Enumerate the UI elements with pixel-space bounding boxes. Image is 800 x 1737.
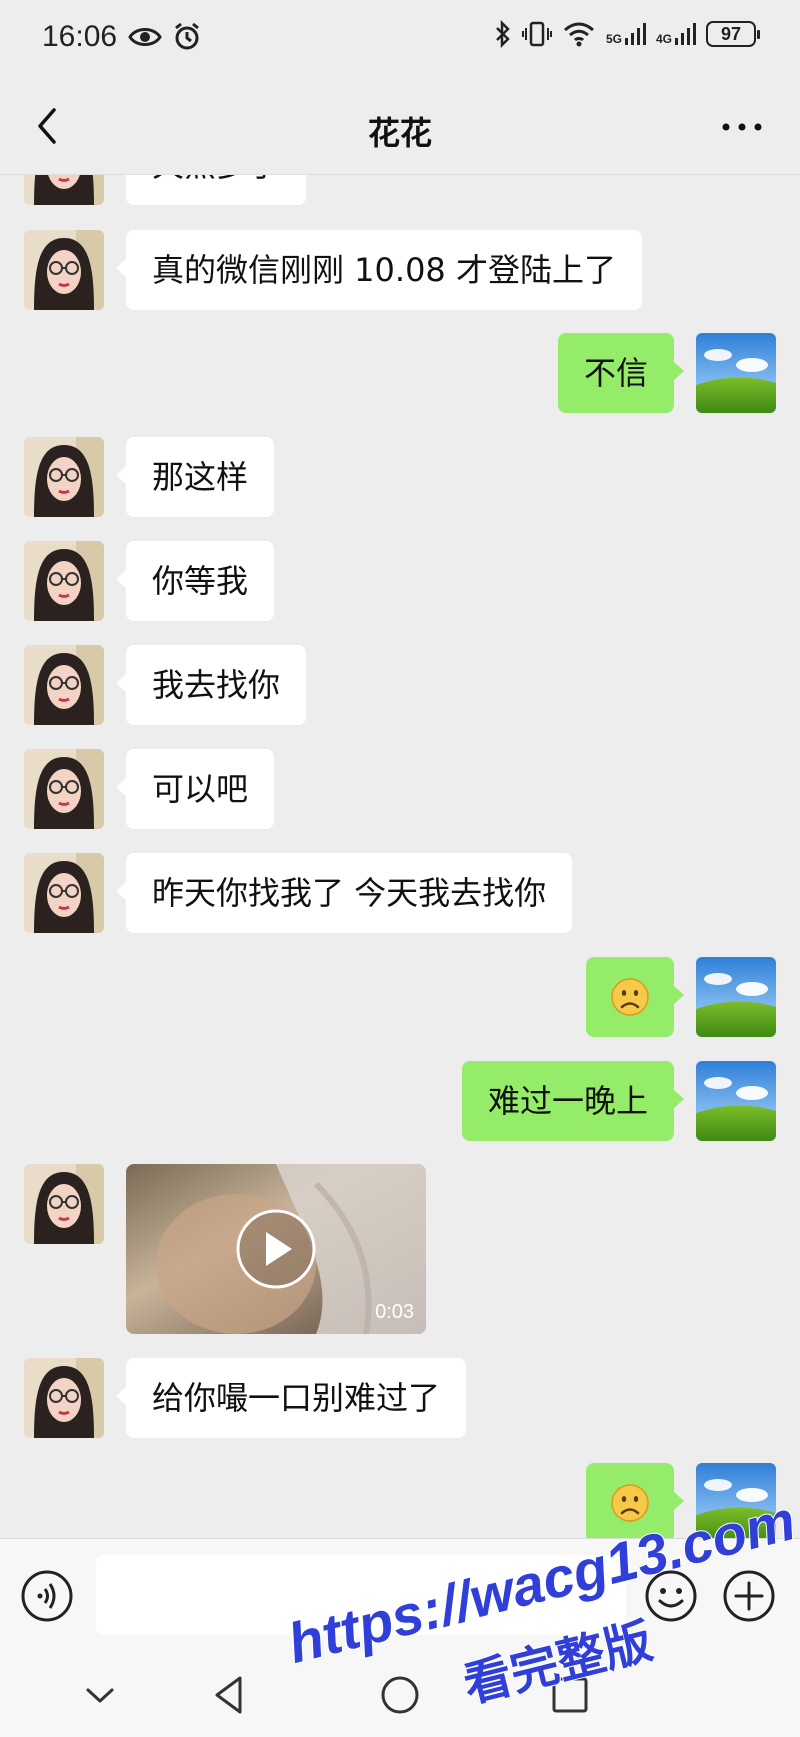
contact-avatar[interactable] (24, 749, 104, 829)
vibrate-icon (521, 21, 552, 47)
contact-avatar[interactable] (24, 437, 104, 517)
signal-icon (675, 23, 696, 45)
incoming-message-bubble[interactable]: 可以吧 (115, 749, 275, 829)
contact-avatar-image (24, 749, 104, 829)
status-right: 5G 4G 97 (494, 20, 760, 48)
nav-home-button[interactable] (375, 1670, 425, 1720)
contact-avatar-image (24, 853, 104, 933)
voice-icon (21, 1570, 73, 1622)
contact-avatar[interactable] (24, 853, 104, 933)
video-duration: 0:03 (375, 1301, 414, 1323)
nav-back-button[interactable] (205, 1670, 255, 1720)
incoming-message-bubble[interactable]: 天黑多了 (126, 175, 307, 205)
incoming-message-bubble[interactable]: 真的微信刚刚 10.08 才登陆上了 (116, 230, 642, 310)
sad-face-icon (611, 1484, 649, 1522)
contact-avatar[interactable] (24, 645, 104, 725)
message-input[interactable] (96, 1555, 626, 1635)
outgoing-emoji-bubble[interactable] (586, 1463, 684, 1538)
contact-avatar-image (24, 230, 104, 310)
incoming-message-bubble[interactable]: 昨天你找我了 今天我去找你 (115, 853, 573, 933)
user-avatar-image (696, 333, 776, 413)
chevron-down-icon (86, 1688, 114, 1703)
user-avatar[interactable] (696, 1463, 776, 1538)
eye-icon (128, 28, 162, 46)
more-options-button[interactable] (720, 112, 764, 142)
nav-collapse-button[interactable] (75, 1670, 125, 1720)
chat-title: 花花 (367, 114, 432, 152)
battery-level: 97 (720, 23, 742, 44)
outgoing-message-bubble[interactable]: 不信 (557, 333, 685, 413)
nav-recents-button[interactable] (545, 1670, 595, 1720)
message-list[interactable]: 天黑多了 真的微信刚刚 10.08 才登陆上了 不信 (0, 175, 800, 1538)
signal-4g: 4G (656, 22, 696, 46)
user-avatar-image (696, 957, 776, 1037)
signal-5g: 5G (606, 22, 646, 46)
triangle-back-icon (215, 1676, 242, 1714)
user-avatar[interactable] (696, 957, 776, 1037)
outgoing-emoji-bubble[interactable] (586, 957, 684, 1037)
bluetooth-icon (496, 20, 510, 48)
video-message-thumbnail[interactable]: 0:03 (126, 1164, 426, 1334)
more-functions-button[interactable] (722, 1569, 776, 1623)
user-avatar-image (696, 1061, 776, 1141)
net-5g-label: 5G (605, 32, 622, 46)
contact-avatar-image (24, 437, 104, 517)
system-nav-bar (0, 1650, 800, 1737)
incoming-message-bubble[interactable]: 我去找你 (115, 645, 307, 725)
user-avatar[interactable] (696, 1061, 776, 1141)
contact-avatar-image (24, 541, 104, 621)
contact-avatar[interactable] (24, 1358, 104, 1438)
contact-avatar[interactable] (24, 1164, 104, 1244)
sad-face-icon (611, 978, 649, 1016)
incoming-message-bubble[interactable]: 你等我 (115, 541, 275, 621)
incoming-message-bubble[interactable]: 给你嘬一口别难过了 (115, 1358, 467, 1438)
outgoing-message-bubble[interactable]: 难过一晚上 (461, 1061, 685, 1141)
incoming-message-bubble[interactable]: 那这样 (115, 437, 275, 517)
contact-avatar-image (24, 1164, 104, 1244)
alarm-icon (175, 22, 199, 50)
contact-avatar[interactable] (24, 541, 104, 621)
net-4g-label: 4G (655, 32, 672, 46)
user-avatar[interactable] (696, 333, 776, 413)
wifi-icon (563, 22, 594, 47)
contact-avatar-image (24, 1358, 104, 1438)
contact-avatar-image (24, 175, 104, 205)
emoji-button[interactable] (644, 1569, 698, 1623)
status-bar: 16:06 5G 4G 97 (0, 0, 800, 80)
user-avatar-image (696, 1463, 776, 1538)
signal-icon (624, 23, 646, 45)
square-recents-icon (552, 1677, 588, 1713)
more-dots-icon (722, 123, 762, 131)
chat-header: 花花 (0, 80, 800, 175)
battery-indicator: 97 (706, 21, 760, 47)
contact-avatar-image (24, 645, 104, 725)
contact-avatar[interactable] (24, 175, 104, 205)
plus-circle-icon (723, 1570, 775, 1622)
input-bar (0, 1538, 800, 1650)
smile-icon (645, 1570, 697, 1622)
voice-input-button[interactable] (20, 1569, 74, 1623)
status-time: 16:06 (42, 20, 118, 53)
status-left-icons (128, 22, 202, 52)
circle-home-icon (381, 1676, 419, 1714)
contact-avatar[interactable] (24, 230, 104, 310)
